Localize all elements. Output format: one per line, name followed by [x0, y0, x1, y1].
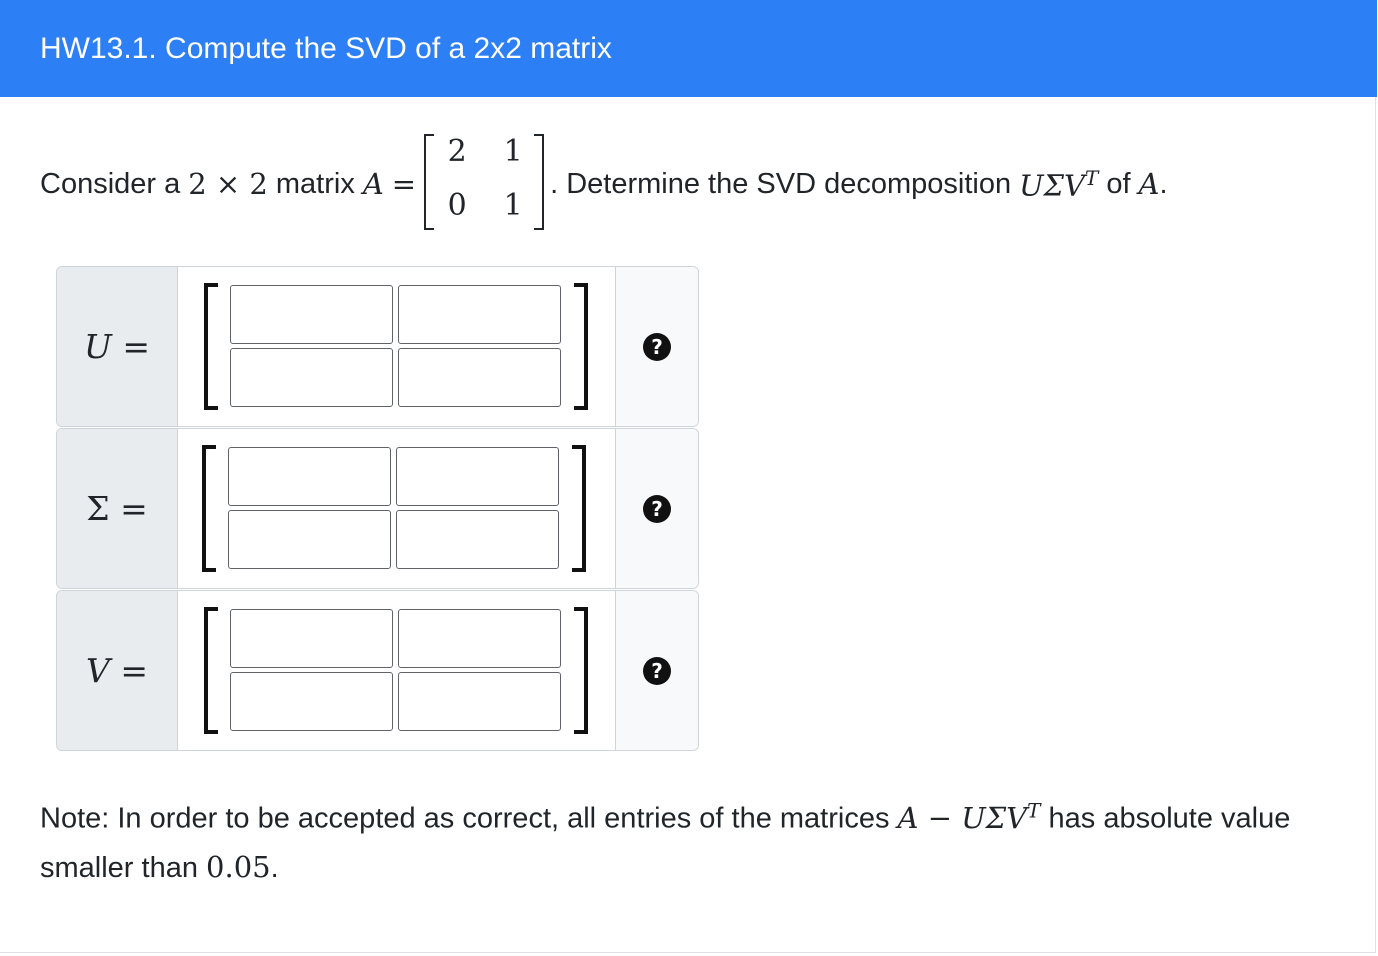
- matrix-a-entry: 0: [447, 188, 467, 223]
- question-mark-icon[interactable]: ?: [643, 494, 671, 523]
- question-prompt: Consider a 2 × 2 matrix A = 2 1 0 1 . De…: [40, 132, 1168, 236]
- accuracy-note: Note: In order to be accepted as correct…: [40, 786, 1340, 892]
- prompt-size-expr: 2 × 2: [188, 167, 268, 201]
- label-sigma: Σ =: [57, 429, 178, 588]
- matrix-a-right-bracket: [534, 134, 545, 230]
- right-bracket: [572, 445, 586, 572]
- v-entry-2-1[interactable]: [230, 672, 393, 731]
- question-mark-icon[interactable]: ?: [643, 332, 671, 361]
- note-text-1: Note: In order to be accepted as correct…: [40, 802, 890, 835]
- sigma-entry-2-2[interactable]: [396, 510, 559, 569]
- sigma-entry-1-1[interactable]: [228, 447, 391, 506]
- answer-group-u: U = ?: [56, 266, 699, 427]
- note-value: 0.05: [206, 849, 271, 884]
- prompt-equals: =: [391, 167, 417, 201]
- help-cell: ?: [615, 267, 698, 426]
- label-v: V =: [57, 591, 178, 750]
- prompt-end-punct: .: [1159, 167, 1168, 200]
- question-title: HW13.1. Compute the SVD of a 2x2 matrix: [0, 0, 1377, 97]
- label-u: U =: [57, 267, 178, 426]
- sigma-entry-2-1[interactable]: [228, 510, 391, 569]
- answer-group-v: V = ?: [56, 590, 699, 751]
- left-bracket: [202, 445, 216, 572]
- v-entry-1-1[interactable]: [230, 609, 393, 668]
- note-end: .: [270, 851, 279, 884]
- matrix-a: 2 1 0 1: [424, 132, 545, 236]
- left-bracket: [204, 607, 218, 734]
- right-bracket: [574, 283, 588, 410]
- matrix-a-entry: 2: [447, 134, 467, 169]
- prompt-text-of: of: [1106, 167, 1131, 200]
- u-entry-2-1[interactable]: [230, 348, 393, 407]
- matrix-a-left-bracket: [424, 134, 435, 230]
- prompt-var-a: A: [362, 167, 384, 201]
- prompt-text-matrix: matrix: [275, 167, 355, 200]
- sigma-entry-1-2[interactable]: [396, 447, 559, 506]
- v-entry-1-2[interactable]: [398, 609, 561, 668]
- note-expr: A − UΣVT: [897, 798, 1041, 835]
- u-entry-2-2[interactable]: [398, 348, 561, 407]
- prompt-text-determine: . Determine the SVD decomposition: [550, 167, 1012, 200]
- answer-group-sigma: Σ = ?: [56, 428, 699, 589]
- u-entry-1-2[interactable]: [398, 285, 561, 344]
- left-bracket: [204, 283, 218, 410]
- help-cell: ?: [615, 591, 698, 750]
- question-mark-icon[interactable]: ?: [643, 656, 671, 685]
- prompt-svd-expr: UΣVT: [1019, 165, 1099, 203]
- prompt-text-consider: Consider a: [40, 167, 181, 200]
- right-bracket: [574, 607, 588, 734]
- prompt-end-var: A: [1138, 167, 1160, 201]
- matrix-a-entry: 1: [503, 134, 523, 169]
- u-entry-1-1[interactable]: [230, 285, 393, 344]
- help-cell: ?: [615, 429, 698, 588]
- v-entry-2-2[interactable]: [398, 672, 561, 731]
- question-card: HW13.1. Compute the SVD of a 2x2 matrix …: [0, 0, 1377, 953]
- matrix-a-entry: 1: [503, 188, 523, 223]
